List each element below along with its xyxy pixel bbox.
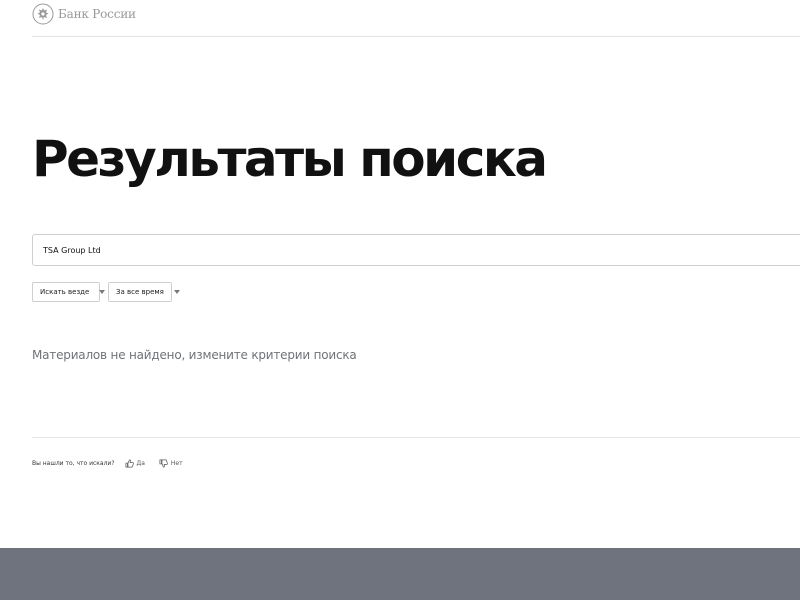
chevron-down-icon <box>173 290 180 294</box>
scope-select[interactable]: Искать везде <box>32 282 106 302</box>
feedback-no-button[interactable]: Нет <box>159 459 183 468</box>
search-filters: Искать везде За все время <box>32 282 180 302</box>
period-select-label: За все время <box>116 288 164 296</box>
feedback-yes-label: Да <box>136 460 145 467</box>
eagle-emblem-icon <box>32 3 54 25</box>
feedback-widget: Вы нашли то, что искали? Да Нет <box>32 459 183 468</box>
logo-link[interactable]: Банк России <box>32 3 136 25</box>
site-header: Банк России <box>32 0 800 37</box>
thumbs-up-icon <box>125 459 134 468</box>
logo-text: Банк России <box>58 7 136 21</box>
chevron-down-icon <box>99 290 106 294</box>
feedback-question: Вы нашли то, что искали? <box>32 460 115 467</box>
feedback-no-label: Нет <box>170 460 183 467</box>
feedback-yes-button[interactable]: Да <box>125 459 145 468</box>
no-results-message: Материалов не найдено, измените критерии… <box>32 348 357 362</box>
period-select[interactable]: За все время <box>108 282 180 302</box>
site-footer <box>0 548 800 600</box>
scope-select-label: Искать везде <box>40 288 90 296</box>
page-title: Результаты поиска <box>32 130 548 188</box>
search-input[interactable] <box>32 234 800 266</box>
page: Банк России Результаты поиска Искать вез… <box>0 0 800 600</box>
divider <box>32 437 800 438</box>
thumbs-down-icon <box>159 459 168 468</box>
